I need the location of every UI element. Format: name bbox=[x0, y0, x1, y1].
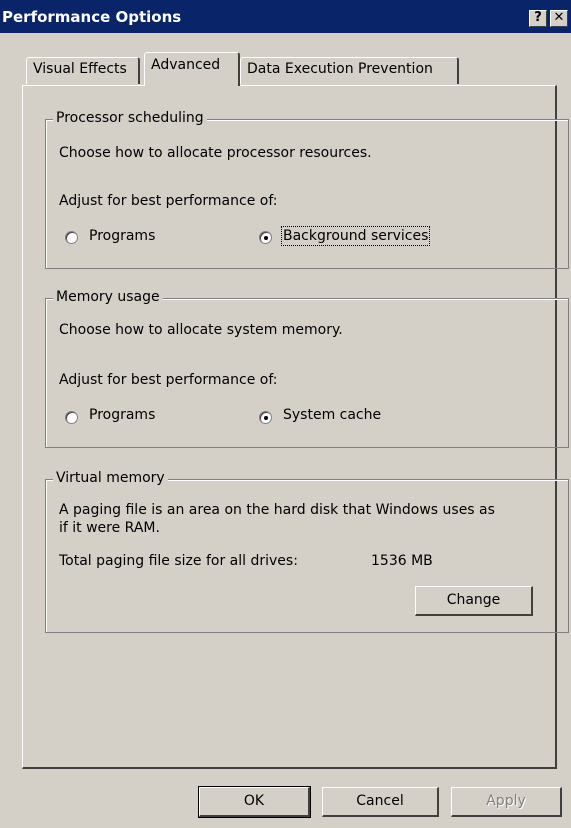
total-paging-size-label: Total paging file size for all drives: bbox=[59, 553, 298, 569]
memory-system-cache-radio[interactable] bbox=[259, 411, 272, 424]
processor-programs-radio[interactable] bbox=[65, 231, 78, 244]
memory-adjust-label: Adjust for best performance of: bbox=[59, 372, 278, 388]
memory-system-cache-label[interactable]: System cache bbox=[283, 407, 381, 423]
processor-description: Choose how to allocate processor resourc… bbox=[59, 145, 372, 161]
change-button-label: Change bbox=[446, 592, 501, 608]
memory-programs-label[interactable]: Programs bbox=[89, 407, 155, 423]
apply-button[interactable]: Apply bbox=[451, 787, 562, 817]
ok-button[interactable]: OK bbox=[198, 786, 311, 818]
total-paging-size-value: 1536 MB bbox=[371, 553, 433, 569]
memory-usage-group: Memory usage Choose how to allocate syst… bbox=[45, 289, 569, 448]
change-button[interactable]: Change bbox=[415, 586, 533, 616]
tab-label: Visual Effects bbox=[33, 61, 127, 77]
apply-button-label: Apply bbox=[486, 793, 526, 809]
processor-programs-label[interactable]: Programs bbox=[89, 228, 155, 244]
processor-scheduling-group: Processor scheduling Choose how to alloc… bbox=[45, 110, 569, 269]
processor-adjust-label: Adjust for best performance of: bbox=[59, 193, 278, 209]
performance-options-dialog: Performance Options ? ✕ Visual Effects A… bbox=[0, 0, 571, 828]
tab-label: Data Execution Prevention bbox=[247, 61, 433, 77]
help-icon: ? bbox=[534, 10, 542, 25]
tab-panel-advanced: Processor scheduling Choose how to alloc… bbox=[22, 85, 569, 769]
window-title: Performance Options bbox=[2, 8, 182, 26]
virtual-memory-description-line-1: A paging file is an area on the hard dis… bbox=[59, 502, 495, 518]
tab-advanced[interactable]: Advanced bbox=[144, 52, 240, 86]
cancel-button[interactable]: Cancel bbox=[322, 787, 439, 817]
virtual-memory-description-line-2: if it were RAM. bbox=[59, 520, 160, 536]
group-legend: Processor scheduling bbox=[53, 110, 207, 126]
virtual-memory-group: Virtual memory A paging file is an area … bbox=[45, 470, 569, 633]
tab-label: Advanced bbox=[151, 57, 221, 73]
ok-button-label: OK bbox=[243, 793, 265, 809]
close-icon: ✕ bbox=[553, 10, 565, 25]
group-legend: Virtual memory bbox=[53, 470, 168, 486]
title-bar: Performance Options ? ✕ bbox=[0, 0, 571, 33]
memory-description: Choose how to allocate system memory. bbox=[59, 322, 343, 338]
group-legend: Memory usage bbox=[53, 289, 163, 305]
cancel-button-label: Cancel bbox=[356, 793, 404, 809]
tab-data-execution-prevention[interactable]: Data Execution Prevention bbox=[240, 57, 459, 84]
close-button[interactable]: ✕ bbox=[550, 10, 568, 27]
memory-programs-radio[interactable] bbox=[65, 411, 78, 424]
tab-visual-effects[interactable]: Visual Effects bbox=[26, 57, 140, 84]
help-button[interactable]: ? bbox=[529, 10, 547, 27]
processor-background-services-radio[interactable] bbox=[259, 231, 272, 244]
processor-background-services-label[interactable]: Background services bbox=[280, 226, 431, 246]
